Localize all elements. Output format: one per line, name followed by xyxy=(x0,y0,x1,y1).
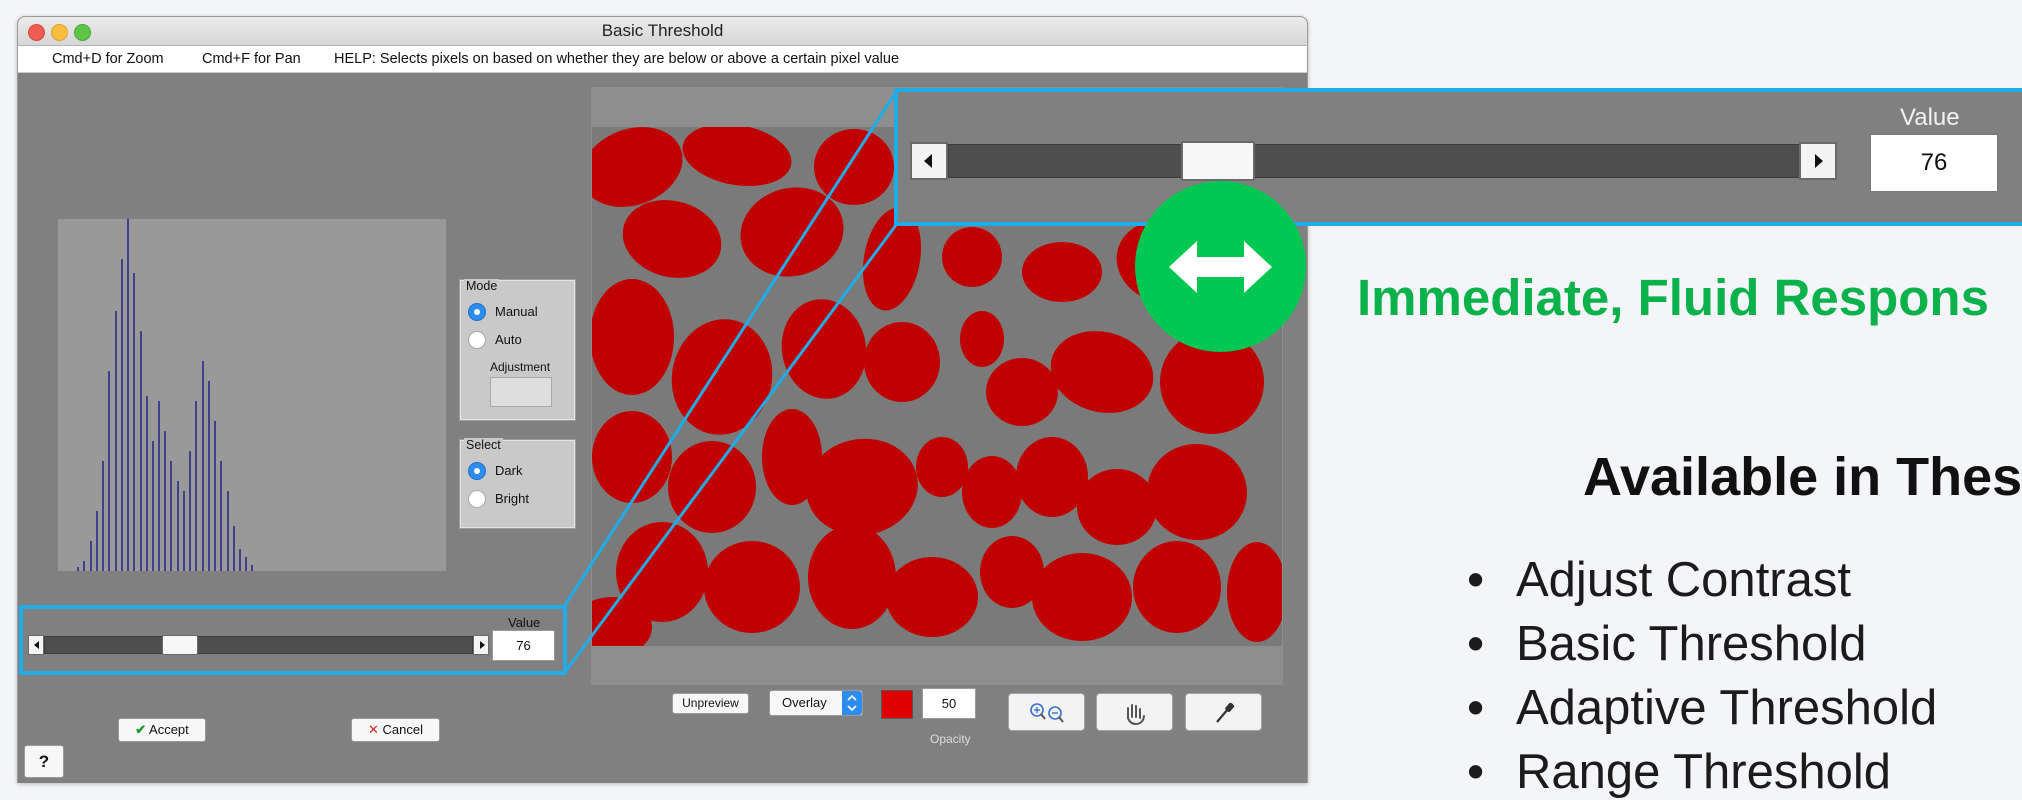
thresholded-region xyxy=(960,311,1004,367)
thresholded-region xyxy=(668,441,756,533)
bullet-item: • xyxy=(1467,617,1485,671)
select-bright-label: Bright xyxy=(495,491,529,506)
thresholded-region xyxy=(962,456,1022,528)
hand-pan-icon xyxy=(1127,704,1145,726)
unpreview-button[interactable]: Unpreview xyxy=(672,693,749,714)
arrow-left-icon xyxy=(924,154,932,168)
overlay-select-value: Overlay xyxy=(782,695,827,710)
select-group xyxy=(459,439,576,529)
adjustment-field[interactable] xyxy=(490,377,552,407)
zoom-slider-thumb xyxy=(1181,141,1255,181)
thresholded-region xyxy=(942,227,1002,287)
histogram-panel xyxy=(58,219,446,571)
eyedropper-button[interactable] xyxy=(1185,693,1262,731)
zoom-decrement-button xyxy=(910,142,948,180)
menu-item-zoom-hint[interactable]: Cmd+D for Zoom xyxy=(52,46,164,72)
slider-highlight-box xyxy=(19,605,567,675)
select-bright-radio[interactable] xyxy=(468,490,486,508)
accept-label: Accept xyxy=(149,722,189,737)
select-stepper-icon xyxy=(842,691,862,715)
bullet-basic-threshold: Basic Threshold xyxy=(1516,617,1867,671)
accept-button[interactable]: ✔ Accept xyxy=(118,718,206,742)
help-button[interactable]: ? xyxy=(24,745,64,778)
mode-manual-label: Manual xyxy=(495,304,538,319)
thresholded-region xyxy=(864,322,940,402)
overlay-select[interactable]: Overlay xyxy=(769,690,863,716)
cancel-button[interactable]: ✕ Cancel xyxy=(351,718,440,742)
bullet-item: • xyxy=(1467,553,1485,607)
bullet-item: • xyxy=(1467,681,1485,735)
select-dark-radio[interactable] xyxy=(468,462,486,480)
histogram-plot xyxy=(77,219,253,571)
thresholded-region xyxy=(916,437,968,497)
mode-auto-radio[interactable] xyxy=(468,331,486,349)
thresholded-region xyxy=(1133,541,1221,633)
x-icon: ✕ xyxy=(368,722,379,737)
opacity-field[interactable]: 50 xyxy=(922,688,976,719)
menu-item-help[interactable]: HELP: Selects pixels on based on whether… xyxy=(334,46,899,72)
chevron-updown-icon xyxy=(847,694,857,712)
window-title: Basic Threshold xyxy=(601,21,724,40)
thresholded-region xyxy=(1032,553,1132,641)
zoomed-slider-callout: Value 76 xyxy=(894,88,2022,226)
select-group-title: Select xyxy=(464,438,503,452)
bullet-adaptive-threshold: Adaptive Threshold xyxy=(1516,681,1938,735)
zoom-value-label: Value xyxy=(1900,104,1960,131)
pan-button[interactable] xyxy=(1096,693,1173,731)
thresholded-region xyxy=(814,129,894,205)
thresholded-region xyxy=(704,541,800,633)
select-dark-label: Dark xyxy=(495,463,523,478)
thresholded-region xyxy=(886,557,978,637)
bullet-range-threshold: Range Threshold xyxy=(1516,745,1892,799)
mode-manual-radio[interactable] xyxy=(468,303,486,321)
thresholded-region xyxy=(986,358,1058,426)
zoom-value-field: 76 xyxy=(1870,134,1998,192)
minimize-window-button[interactable] xyxy=(51,24,68,41)
zoom-increment-button xyxy=(1799,142,1837,180)
thresholded-region xyxy=(808,525,896,629)
bullet-adjust-contrast: Adjust Contrast xyxy=(1516,553,1851,607)
menu-item-pan-hint[interactable]: Cmd+F for Pan xyxy=(202,46,301,72)
window-titlebar[interactable]: Basic Threshold xyxy=(18,17,1307,46)
adjustment-label: Adjustment xyxy=(490,360,551,374)
bullet-item: • xyxy=(1467,745,1485,799)
zoom-slider-track xyxy=(948,144,1814,178)
opacity-label: Opacity xyxy=(930,732,971,746)
zoom-button[interactable] xyxy=(1008,693,1085,731)
close-window-button[interactable] xyxy=(28,24,45,41)
arrow-right-icon xyxy=(1815,154,1823,168)
thresholded-region xyxy=(592,411,672,503)
mode-group-title: Mode xyxy=(464,279,500,293)
zoom-in-out-icon xyxy=(1030,703,1064,723)
double-arrow-badge xyxy=(1135,181,1306,352)
maximize-window-button[interactable] xyxy=(74,24,91,41)
thresholded-region xyxy=(1077,469,1157,545)
checkmark-icon: ✔ xyxy=(135,722,147,737)
slide-subheading: Available in Thes xyxy=(1583,447,2022,507)
eyedropper-icon xyxy=(1216,702,1235,723)
mode-auto-label: Auto xyxy=(495,332,522,347)
slide-headline: Immediate, Fluid Respons xyxy=(1357,269,1989,326)
thresholded-region xyxy=(592,279,674,395)
cancel-label: Cancel xyxy=(382,722,423,737)
overlay-color-swatch[interactable] xyxy=(881,690,913,719)
double-arrow-icon xyxy=(1169,241,1272,293)
thresholded-region xyxy=(1022,242,1102,302)
menu-bar: Cmd+D for Zoom Cmd+F for Pan HELP: Selec… xyxy=(18,46,1307,73)
